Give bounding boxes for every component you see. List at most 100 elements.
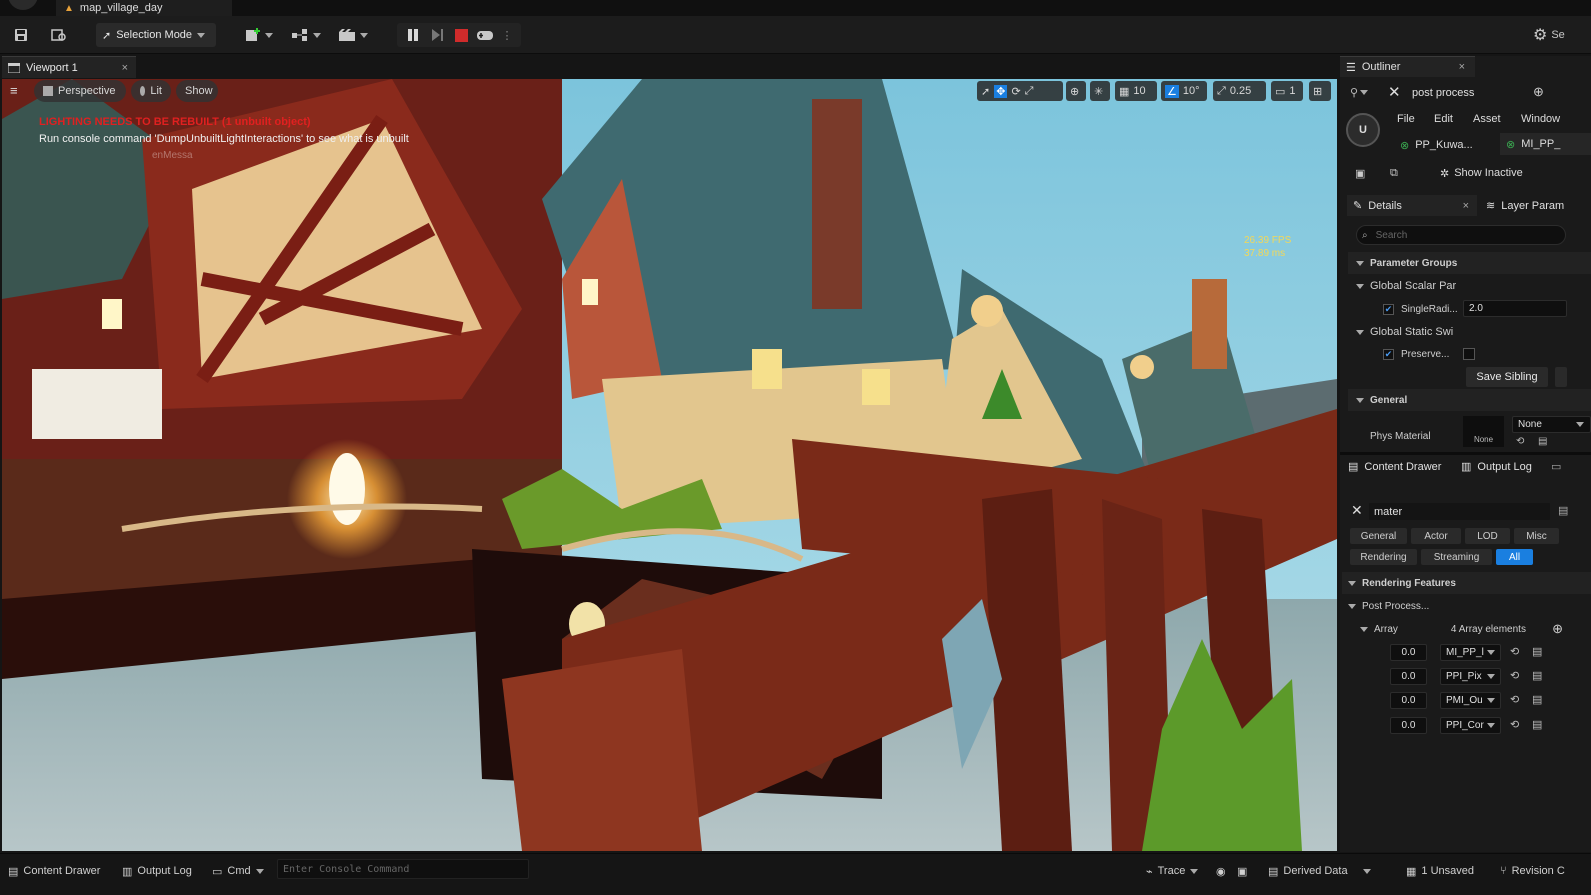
- filter-all-button[interactable]: All: [1496, 549, 1533, 565]
- save-sibling-button[interactable]: Save Sibling: [1466, 367, 1548, 387]
- outliner-add-icon[interactable]: ⊕: [1533, 84, 1544, 100]
- filter-general-button[interactable]: General: [1350, 528, 1407, 544]
- use-selected-icon[interactable]: ⟲: [1516, 436, 1524, 447]
- use-selected-icon[interactable]: ⟲: [1510, 693, 1519, 706]
- use-selected-icon[interactable]: ⟲: [1510, 669, 1519, 682]
- menu-window[interactable]: Window: [1521, 113, 1560, 125]
- level-viewport[interactable]: ≡ LIGHTING NEEDS TO BE REBUILT (1 unbuil…: [2, 79, 1337, 851]
- output-log-button[interactable]: ▥ Output Log: [122, 862, 192, 880]
- console-command-input[interactable]: Enter Console Command: [277, 859, 529, 879]
- add-actor-icon[interactable]: [244, 24, 274, 46]
- outliner-search-clear-icon[interactable]: ✕: [1388, 83, 1401, 101]
- details-search-input[interactable]: ⌕ Search: [1356, 225, 1566, 245]
- asset-tab-mi-pp[interactable]: ⊗ MI_PP_: [1500, 133, 1591, 155]
- outliner-search-value[interactable]: post process: [1412, 87, 1474, 99]
- show-button[interactable]: Show: [176, 80, 218, 102]
- add-element-icon[interactable]: ⊕: [1552, 621, 1563, 637]
- viewport-menu-icon[interactable]: ≡: [10, 84, 26, 99]
- use-selected-icon[interactable]: ⟲: [1510, 718, 1519, 731]
- static-value-checkbox[interactable]: [1463, 348, 1475, 360]
- filter-search-clear-icon[interactable]: ✕: [1351, 502, 1363, 519]
- element-asset-dropdown[interactable]: PPI_Cor: [1440, 717, 1501, 734]
- element-weight-input[interactable]: 0.0: [1390, 644, 1427, 661]
- translate-tool-icon[interactable]: ✥: [994, 84, 1008, 98]
- element-weight-input[interactable]: 0.0: [1390, 717, 1427, 734]
- asset-tab-pp-kuwa[interactable]: ⊗ PP_Kuwa...: [1400, 136, 1496, 154]
- post-process-row[interactable]: Post Process...: [1342, 595, 1591, 617]
- viewport-tab[interactable]: Viewport 1 ×: [2, 56, 136, 78]
- close-icon[interactable]: ×: [122, 62, 128, 74]
- more-options-icon[interactable]: ⋮: [502, 24, 513, 46]
- filter-streaming-button[interactable]: Streaming: [1421, 549, 1492, 565]
- menu-file[interactable]: File: [1397, 113, 1415, 125]
- close-icon[interactable]: ×: [1463, 200, 1469, 212]
- filter-misc-button[interactable]: Misc: [1514, 528, 1559, 544]
- perspective-button[interactable]: Perspective: [34, 80, 126, 102]
- content-drawer-tab[interactable]: ▤ Content Drawer: [1348, 456, 1453, 477]
- save-icon[interactable]: [12, 24, 30, 46]
- outliner-tab[interactable]: ☰ Outliner ×: [1340, 56, 1475, 77]
- rotate-tool-icon[interactable]: ⟳: [1011, 85, 1020, 98]
- save-asset-icon[interactable]: ▣: [1355, 167, 1365, 180]
- static-param-checkbox[interactable]: ✔: [1383, 348, 1394, 360]
- pause-icon[interactable]: [404, 24, 422, 46]
- menu-edit[interactable]: Edit: [1434, 113, 1453, 125]
- browse-icon[interactable]: ▤: [1532, 669, 1542, 682]
- world-local-button[interactable]: ⊕: [1066, 81, 1086, 101]
- cmd-dropdown[interactable]: ▭ Cmd: [212, 862, 264, 880]
- filter-rendering-button[interactable]: Rendering: [1350, 549, 1417, 565]
- settings-icon[interactable]: ⚙ Se: [1533, 24, 1591, 46]
- element-asset-dropdown[interactable]: PPI_Pix: [1440, 668, 1501, 685]
- close-icon[interactable]: ×: [1459, 61, 1465, 73]
- global-scalar-group[interactable]: Global Scalar Par: [1348, 275, 1591, 297]
- unreal-logo-icon[interactable]: [8, 0, 38, 10]
- level-tab[interactable]: ▲ map_village_day: [56, 0, 232, 16]
- camera-speed-button[interactable]: ▭ 1: [1271, 81, 1303, 101]
- browse-icon[interactable]: ▤: [1532, 693, 1542, 706]
- scalar-value-input[interactable]: 2.0: [1463, 300, 1567, 317]
- output-log-tab[interactable]: ▥ Output Log: [1461, 456, 1546, 477]
- scale-snap-button[interactable]: ⤢ 0.25: [1213, 81, 1266, 101]
- unsaved-button[interactable]: ▦ 1 Unsaved: [1406, 862, 1474, 880]
- element-asset-dropdown[interactable]: PMI_Ou: [1440, 692, 1501, 709]
- element-weight-input[interactable]: 0.0: [1390, 668, 1427, 685]
- angle-snap-button[interactable]: ∠ 10°: [1161, 81, 1207, 101]
- select-tool-icon[interactable]: ➚: [981, 85, 990, 98]
- menu-asset[interactable]: Asset: [1473, 113, 1501, 125]
- parameter-groups-header[interactable]: Parameter Groups: [1348, 252, 1591, 274]
- filter-actor-button[interactable]: Actor: [1411, 528, 1461, 544]
- browse-icon[interactable]: [50, 24, 68, 46]
- browse-icon[interactable]: ▤: [1532, 645, 1542, 658]
- outliner-filter-icon[interactable]: ⚲: [1350, 86, 1369, 99]
- extra-tab-icon[interactable]: ▭: [1551, 456, 1591, 477]
- layout-button[interactable]: ⊞: [1309, 81, 1331, 101]
- surface-snap-button[interactable]: ✳: [1090, 81, 1110, 101]
- browse-icon[interactable]: ▤: [1532, 718, 1542, 731]
- filter-search-input[interactable]: mater: [1368, 502, 1551, 521]
- element-asset-dropdown[interactable]: MI_PP_l: [1440, 644, 1501, 661]
- phys-material-dropdown[interactable]: None: [1512, 416, 1591, 433]
- derived-data-dropdown[interactable]: ▤ Derived Data: [1268, 862, 1371, 880]
- step-icon[interactable]: [428, 24, 446, 46]
- save-child-button[interactable]: [1555, 367, 1567, 387]
- grid-snap-button[interactable]: ▦ 10: [1115, 81, 1157, 101]
- scale-tool-icon[interactable]: ⤢: [1025, 85, 1034, 98]
- stop-icon[interactable]: [452, 24, 470, 46]
- element-weight-input[interactable]: 0.0: [1390, 692, 1427, 709]
- record-icon[interactable]: ◉: [1216, 862, 1226, 880]
- browse-asset-icon[interactable]: ⧉: [1390, 167, 1398, 180]
- global-static-group[interactable]: Global Static Swi: [1348, 321, 1591, 343]
- array-row[interactable]: Array 4 Array elements ⊕: [1342, 618, 1591, 640]
- filter-lod-button[interactable]: LOD: [1465, 528, 1510, 544]
- screenshot-icon[interactable]: ▣: [1237, 862, 1247, 880]
- revision-control-button[interactable]: ⑂ Revision C: [1500, 862, 1565, 880]
- phys-material-thumbnail[interactable]: None: [1463, 416, 1504, 447]
- general-header[interactable]: General: [1348, 389, 1591, 411]
- cinematics-icon[interactable]: [337, 24, 369, 46]
- show-inactive-button[interactable]: ✲ Show Inactive: [1440, 167, 1523, 180]
- blueprint-icon[interactable]: [290, 24, 322, 46]
- use-selected-icon[interactable]: ⟲: [1510, 645, 1519, 658]
- trace-dropdown[interactable]: ⌁ Trace: [1146, 862, 1199, 880]
- lit-button[interactable]: Lit: [131, 80, 171, 102]
- content-drawer-button[interactable]: ▤ Content Drawer: [8, 862, 100, 880]
